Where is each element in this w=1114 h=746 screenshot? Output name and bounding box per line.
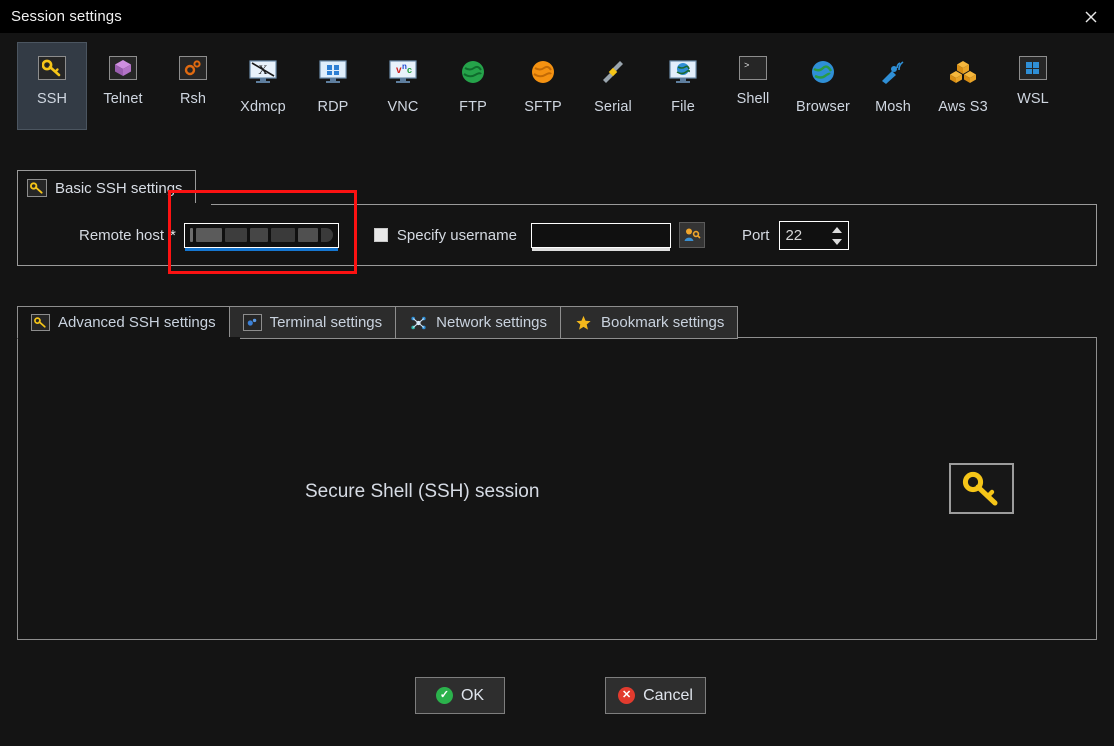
- satellite-icon: [877, 56, 909, 88]
- titlebar: Session settings: [0, 0, 1114, 33]
- cancel-button-label: Cancel: [643, 686, 693, 704]
- protocol-tab-xdmcp[interactable]: X Xdmcp: [228, 42, 298, 130]
- port-value: 22: [785, 226, 803, 244]
- remote-host-label: Remote host: [79, 226, 165, 244]
- port-spinner[interactable]: 22: [779, 220, 850, 250]
- orange-globe-icon: [527, 56, 559, 88]
- tab-label: Network settings: [436, 314, 548, 331]
- protocol-label: Serial: [594, 99, 632, 115]
- tab-bookmark-settings[interactable]: Bookmark settings: [560, 306, 739, 339]
- xmonitor-icon: X: [247, 56, 279, 88]
- tab-network-settings[interactable]: Network settings: [395, 306, 561, 339]
- gears-icon: [179, 56, 207, 80]
- star-icon: [574, 314, 593, 331]
- network-icon: [409, 314, 428, 331]
- protocol-label: VNC: [387, 99, 419, 115]
- windows-icon: [1019, 56, 1047, 80]
- username-picker-button[interactable]: [678, 222, 705, 248]
- tab-label: Advanced SSH settings: [58, 314, 216, 331]
- serial-plug-icon: [597, 56, 629, 88]
- remote-host-redacted-value: [189, 228, 333, 243]
- protocol-toolbar: SSH Telnet Rsh Xdmcp RDP v n c VNC FTP S…: [0, 33, 1114, 140]
- vnc-monitor-icon: v n c: [387, 56, 419, 88]
- ssh-key-badge: [949, 463, 1014, 514]
- tabpanel-mask: [18, 337, 240, 339]
- settings-tab-panel: [17, 337, 1097, 640]
- ok-button-label: OK: [460, 686, 485, 704]
- port-label: Port: [741, 226, 770, 244]
- protocol-label: Shell: [736, 91, 770, 107]
- spinner-down-icon[interactable]: [832, 238, 843, 245]
- remote-host-input[interactable]: [183, 222, 339, 251]
- check-circle-icon: ✓: [435, 687, 453, 704]
- protocol-label: Browser: [796, 99, 850, 115]
- username-underline: [531, 247, 670, 251]
- protocol-tab-ftp[interactable]: FTP: [438, 42, 508, 130]
- key-icon: [31, 314, 50, 331]
- svg-text:>: >: [744, 61, 749, 71]
- blue-globe-icon: [807, 56, 839, 88]
- username-input[interactable]: [530, 222, 671, 251]
- protocol-tab-telnet[interactable]: Telnet: [88, 42, 158, 130]
- spinner-up-icon[interactable]: [832, 226, 843, 233]
- panel-caption: Secure Shell (SSH) session: [305, 481, 540, 502]
- cancel-button[interactable]: ✕ Cancel: [605, 677, 706, 714]
- window-title: Session settings: [11, 8, 122, 25]
- protocol-tab-vnc[interactable]: v n c VNC: [368, 42, 438, 130]
- protocol-label: SSH: [36, 91, 68, 107]
- protocol-label: WSL: [1017, 91, 1049, 107]
- basic-ssh-settings-header: Basic SSH settings: [17, 170, 196, 205]
- session-settings-dialog: Session settings SSH Telnet Rsh Xdmcp RD…: [0, 0, 1114, 746]
- specify-username-checkbox[interactable]: [373, 228, 388, 242]
- terminal-gear-icon: [242, 314, 262, 331]
- key-icon: [962, 471, 997, 505]
- terminal-icon: >: [739, 56, 767, 80]
- protocol-tab-wsl[interactable]: WSL: [998, 42, 1068, 130]
- tab-advanced-ssh-settings[interactable]: Advanced SSH settings: [17, 306, 229, 339]
- aws-s3-icon: [947, 56, 979, 88]
- specify-username-label: Specify username: [396, 226, 517, 244]
- protocol-label: Telnet: [103, 91, 143, 107]
- protocol-tab-mosh[interactable]: Mosh: [858, 42, 928, 130]
- windows-monitor-icon: [317, 56, 349, 88]
- basic-settings-row: Remote host * Specify username Port 22: [17, 204, 1097, 266]
- svg-text:c: c: [407, 65, 412, 75]
- green-globe-icon: [457, 56, 489, 88]
- protocol-label: FTP: [459, 99, 487, 115]
- protocol-tab-aws-s3[interactable]: Aws S3: [928, 42, 998, 130]
- settings-tabstrip: Advanced SSH settings Terminal settings: [17, 305, 739, 339]
- protocol-label: Xdmcp: [240, 99, 286, 115]
- port-spinner-arrows: [831, 224, 843, 248]
- protocol-tab-ssh[interactable]: SSH: [17, 42, 87, 130]
- tab-label: Bookmark settings: [601, 314, 725, 331]
- protocol-tab-browser[interactable]: Browser: [788, 42, 858, 130]
- tab-label: Terminal settings: [269, 314, 383, 331]
- user-key-icon: [684, 228, 701, 241]
- protocol-label: Rsh: [179, 91, 207, 107]
- protocol-tab-file[interactable]: File: [648, 42, 718, 130]
- ok-button[interactable]: ✓ OK: [415, 677, 505, 714]
- protocol-tab-rsh[interactable]: Rsh: [158, 42, 228, 130]
- group-title: Basic SSH settings: [55, 179, 183, 197]
- protocol-tab-sftp[interactable]: SFTP: [508, 42, 578, 130]
- protocol-tab-shell[interactable]: > Shell: [718, 42, 788, 130]
- close-button[interactable]: [1068, 0, 1114, 33]
- protocol-label: Aws S3: [938, 99, 988, 115]
- group-tab-mask: [18, 203, 211, 206]
- key-icon: [38, 56, 66, 80]
- close-icon: [1085, 11, 1097, 22]
- protocol-label: SFTP: [524, 99, 562, 115]
- x-circle-icon: ✕: [618, 687, 636, 704]
- focus-underline: [184, 247, 338, 251]
- key-icon: [27, 179, 47, 197]
- protocol-tab-serial[interactable]: Serial: [578, 42, 648, 130]
- tab-terminal-settings[interactable]: Terminal settings: [228, 306, 396, 339]
- protocol-tab-rdp[interactable]: RDP: [298, 42, 368, 130]
- file-monitor-icon: [667, 56, 699, 88]
- protocol-label: Mosh: [875, 99, 911, 115]
- cube-icon: [109, 56, 137, 80]
- protocol-label: File: [671, 99, 695, 115]
- protocol-label: RDP: [317, 99, 349, 115]
- remote-host-required-marker: *: [170, 226, 176, 244]
